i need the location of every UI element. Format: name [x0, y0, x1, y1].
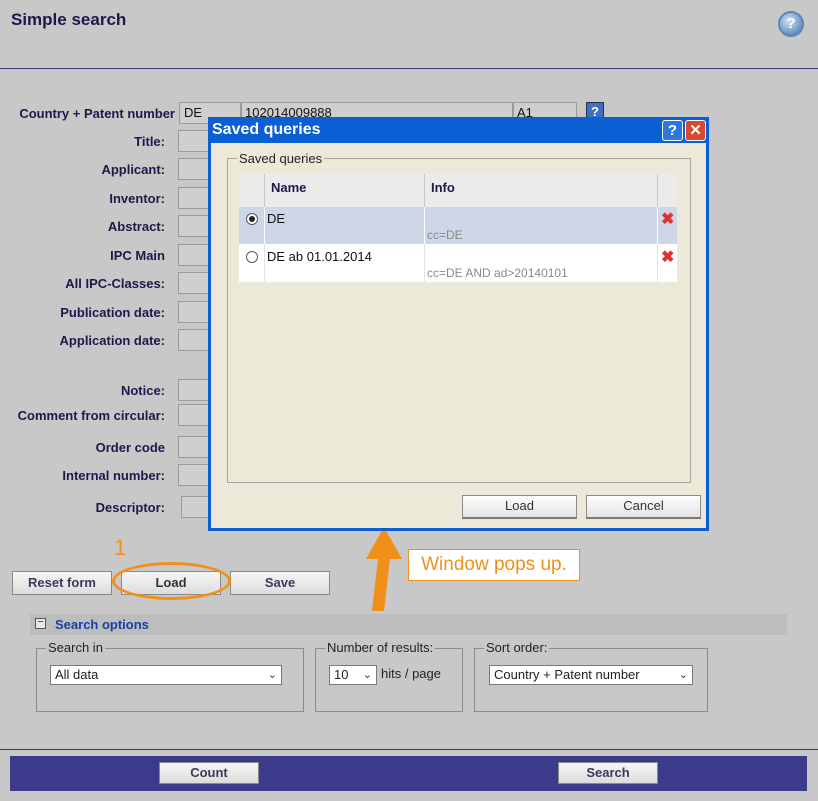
saved-queries-dialog: Saved queries ? ✕ Saved queries Name Inf… — [208, 117, 709, 531]
label-internal_number: Internal number: — [62, 468, 165, 483]
delete-icon[interactable]: ✖ — [661, 247, 674, 267]
search-in-legend: Search in — [46, 640, 105, 655]
table-header: Name Info — [239, 174, 677, 207]
row-info: cc=DE AND ad>20140101 — [427, 266, 568, 280]
table-row[interactable]: DE ab 01.01.2014 cc=DE AND ad>20140101 ✖ — [239, 244, 677, 282]
step-number: 1 — [114, 535, 127, 560]
search-in-select[interactable]: All data ⌄ — [50, 665, 282, 685]
group-title: Saved queries — [237, 151, 325, 166]
dialog-help-button[interactable]: ? — [662, 120, 683, 141]
chevron-down-icon: ⌄ — [267, 669, 277, 681]
row-name: DE ab 01.01.2014 — [267, 249, 372, 264]
callout-arrow — [366, 527, 402, 611]
num-results-select[interactable]: 10 ⌄ — [329, 665, 377, 685]
label-app_date: Application date: — [59, 333, 165, 348]
dialog-title: Saved queries — [212, 121, 321, 138]
label-order_code: Order code — [95, 440, 165, 455]
table-row[interactable]: DE cc=DE ✖ — [239, 207, 677, 244]
save-button[interactable]: Save — [230, 571, 330, 595]
footer-bar — [10, 756, 807, 791]
dialog-body: Saved queries Name Info DE cc=DE ✖ DE ab… — [211, 143, 706, 528]
label-notice: Notice: — [120, 383, 165, 398]
label-ipc_main: IPC Main — [110, 248, 165, 263]
search-options-title: Search options — [55, 617, 149, 632]
label-applicant: Applicant: — [101, 162, 165, 177]
sort-order-select[interactable]: Country + Patent number ⌄ — [489, 665, 693, 685]
label-descriptor: Descriptor: — [95, 500, 165, 515]
row-info: cc=DE — [427, 228, 463, 242]
row-radio-selected[interactable] — [246, 213, 258, 225]
page-title: Simple search — [11, 10, 127, 29]
hits-per-page-label: hits / page — [381, 666, 441, 681]
label-title: Title: — [134, 134, 165, 149]
row-radio[interactable] — [246, 251, 258, 263]
dialog-load-button[interactable]: Load — [462, 495, 577, 519]
country-patent-label: Country + Patent number — [19, 106, 175, 121]
chevron-down-icon: ⌄ — [678, 669, 688, 681]
search-options-header[interactable]: − Search options — [30, 614, 787, 635]
num-results-value: 10 — [334, 667, 349, 682]
dialog-close-button[interactable]: ✕ — [685, 120, 706, 141]
chevron-down-icon: ⌄ — [362, 669, 372, 681]
search-in-value: All data — [55, 667, 99, 682]
minus-box-icon[interactable]: − — [35, 617, 46, 629]
sort-order-legend: Sort order: — [484, 640, 550, 655]
label-inventor: Inventor: — [109, 191, 165, 206]
load-highlight-ellipse — [112, 562, 231, 600]
question-icon[interactable]: ? — [778, 11, 804, 37]
sort-order-value: Country + Patent number — [494, 667, 640, 682]
reset-form-button[interactable]: Reset form — [12, 571, 112, 595]
label-abstract: Abstract: — [107, 219, 165, 234]
dialog-cancel-button[interactable]: Cancel — [586, 495, 701, 519]
label-comment: Comment from circular: — [17, 408, 165, 423]
num-results-legend: Number of results: — [325, 640, 436, 655]
search-button[interactable]: Search — [558, 762, 658, 784]
footer-divider — [0, 749, 818, 750]
row-name: DE — [267, 211, 286, 226]
count-button[interactable]: Count — [159, 762, 259, 784]
label-all_ipc: All IPC-Classes: — [65, 276, 165, 291]
column-info: Info — [431, 180, 455, 195]
callout-box: Window pops up. — [408, 549, 580, 581]
delete-icon[interactable]: ✖ — [661, 209, 674, 229]
label-pub_date: Publication date: — [60, 305, 165, 320]
header-divider — [0, 68, 818, 69]
column-name: Name — [271, 180, 307, 195]
